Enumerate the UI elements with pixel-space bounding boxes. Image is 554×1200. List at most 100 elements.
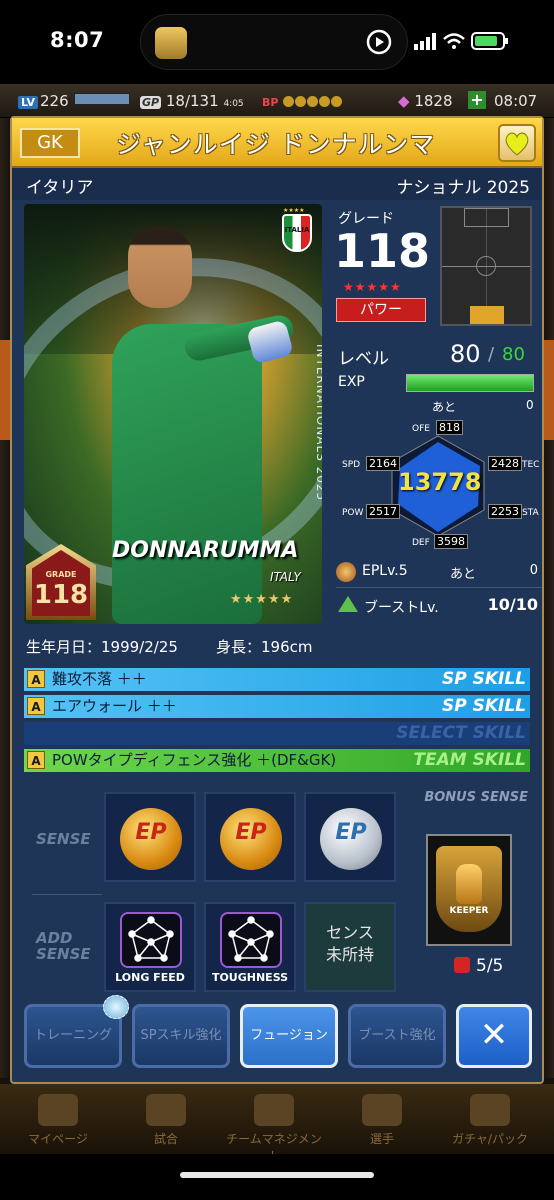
epl-row: EPLv.5 あと 0	[336, 558, 542, 588]
home-indicator[interactable]	[180, 1172, 374, 1178]
skill-name: エアウォール ＋＋	[52, 697, 177, 715]
grade-stars: ★★★★★	[343, 280, 402, 294]
player-level: LV 226	[18, 92, 69, 110]
skill-name: 難攻不落 ＋＋	[52, 670, 147, 688]
add-gem-button[interactable]: +	[468, 91, 486, 109]
fusion-button[interactable]: フュージョン	[240, 1004, 338, 1068]
nav-mypage[interactable]: マイページ	[8, 1090, 108, 1148]
player-head	[128, 226, 192, 308]
empty-sense-text: センス 未所持	[325, 923, 374, 964]
sta-value: 2253	[488, 504, 522, 519]
add-sense-name: LONG FEED	[115, 971, 185, 984]
level-progress-bar	[74, 93, 130, 105]
position-badge: GK	[20, 128, 80, 158]
position-field-map[interactable]	[440, 206, 532, 326]
player-jersey	[112, 324, 262, 624]
home-icon	[38, 1094, 78, 1126]
nav-match[interactable]: 試合	[116, 1090, 216, 1148]
epl-remaining-value: 0	[529, 563, 538, 578]
add-sense-slot-2[interactable]: TOUGHNESS	[204, 902, 296, 992]
dynamic-island[interactable]	[140, 14, 408, 70]
close-button[interactable]: ✕	[456, 1004, 532, 1068]
gk-position-marker	[470, 306, 504, 324]
add-sense-name: TOUGHNESS	[211, 971, 289, 984]
sense-slot-2[interactable]: EP	[204, 792, 296, 882]
boost-button[interactable]: ブースト強化	[348, 1004, 446, 1068]
sense-slot-1[interactable]: EP	[104, 792, 196, 882]
skill-rank-icon: A	[27, 751, 45, 769]
def-label: DEF	[412, 538, 430, 548]
spd-label: SPD	[342, 460, 361, 470]
stadium-icon	[146, 1094, 186, 1126]
pitch-icon	[254, 1094, 294, 1126]
add-sense-label: ADD SENSE	[36, 929, 91, 963]
bonus-sense-card[interactable]: KEEPER	[426, 834, 512, 946]
epl-label: EPLv.5	[362, 563, 408, 579]
status-icons	[414, 32, 508, 50]
heart-icon	[505, 132, 529, 156]
spd-value: 2164	[366, 456, 400, 471]
card-series: ナショナル 2025	[396, 178, 530, 198]
action-buttons: トレーニング SPスキル強化 フュージョン ブースト強化 ✕	[22, 995, 532, 1076]
skill-row-select[interactable]: SELECT SKILL	[24, 722, 530, 745]
cards-pack-icon	[470, 1094, 510, 1126]
sense-divider	[32, 894, 102, 895]
birth-date: 生年月日：1999/2/25	[26, 638, 178, 656]
nav-players[interactable]: 選手	[332, 1090, 432, 1148]
card-series-vertical: INTERNATIONALS 2025	[314, 344, 322, 502]
ep-coin-icon: EP	[220, 808, 282, 870]
crest-label: ITALIA	[284, 226, 310, 234]
skill-type: SELECT SKILL	[396, 723, 526, 743]
player-card-image[interactable]: ★★★★ ITALIA INTERNATIONALS 2025 DONNARUM…	[24, 204, 322, 624]
level-value: 80	[450, 340, 481, 368]
ep-coin-icon: EP	[120, 808, 182, 870]
grade-badge-value: 118	[33, 580, 89, 610]
bonus-sense-label: BONUS SENSE	[424, 790, 528, 805]
player-name: ジャンルイジ ドンナルンマ	[116, 130, 436, 159]
skill-type: SP SKILL	[441, 696, 526, 716]
gp-counter: GP 18/131 4:05	[140, 92, 244, 110]
sp-skill-button[interactable]: SPスキル強化	[132, 1004, 230, 1068]
glove-hand-icon	[456, 864, 482, 904]
sense-section: SENSE ADD SENSE EP EP EP LONG FEED TOUGH…	[22, 790, 532, 1000]
total-rating: 13778	[398, 468, 482, 496]
training-button[interactable]: トレーニング	[24, 995, 129, 1068]
pow-value: 2517	[366, 504, 400, 519]
tec-label: TEC	[522, 460, 540, 470]
crest-stars: ★★★★	[283, 207, 305, 214]
nav-team[interactable]: チームマネジメント	[224, 1090, 324, 1163]
players-icon	[362, 1094, 402, 1126]
level-separator: /	[488, 344, 495, 365]
skill-row-team[interactable]: A POWタイプディフェンス強化 ＋(DF&GK) TEAM SKILL	[24, 749, 530, 772]
player-type-tag: パワー	[336, 298, 426, 322]
sense-slot-3[interactable]: EP	[304, 792, 396, 882]
grade-value: 118	[334, 224, 431, 278]
app-thumbnail-icon	[155, 27, 187, 59]
epl-remaining-label: あと	[450, 567, 477, 582]
add-sense-slot-1[interactable]: LONG FEED	[104, 902, 196, 992]
status-bar: 8:07	[0, 0, 554, 84]
boost-icon	[338, 596, 358, 612]
level-max: 80	[502, 344, 525, 365]
player-height: 身長：196cm	[216, 638, 313, 656]
bonus-sense-name: KEEPER	[449, 906, 489, 916]
bottom-navigation: マイページ 試合 チームマネジメント 選手 ガチャ/パック	[0, 1084, 554, 1163]
card-rarity-stars: ★★★★★	[230, 592, 294, 607]
exp-label: EXP	[338, 374, 365, 390]
nav-gacha[interactable]: ガチャ/パック	[440, 1090, 540, 1148]
training-bonus-icon	[103, 995, 129, 1019]
pow-label: POW	[342, 508, 364, 518]
screen-record-icon	[366, 29, 392, 55]
ofe-value: 818	[436, 420, 463, 435]
player-header: GK ジャンルイジ ドンナルンマ	[12, 118, 542, 168]
skill-type: TEAM SKILL	[413, 750, 526, 770]
sense-label: SENSE	[36, 830, 91, 848]
favorite-button[interactable]	[498, 124, 536, 162]
skill-row-sp-1[interactable]: A 難攻不落 ＋＋ SP SKILL	[24, 668, 530, 691]
exp-bar	[406, 374, 534, 392]
boost-row: ブーストLv. 10/10	[336, 592, 542, 620]
stats-diamond[interactable]: OFE 818 SPD 2164 2428 TEC 13778 POW 2517…	[332, 418, 542, 549]
skill-row-sp-2[interactable]: A エアウォール ＋＋ SP SKILL	[24, 695, 530, 718]
card-player-name: DONNARUMMA	[112, 538, 299, 563]
add-sense-slot-empty[interactable]: センス 未所持	[304, 902, 396, 992]
